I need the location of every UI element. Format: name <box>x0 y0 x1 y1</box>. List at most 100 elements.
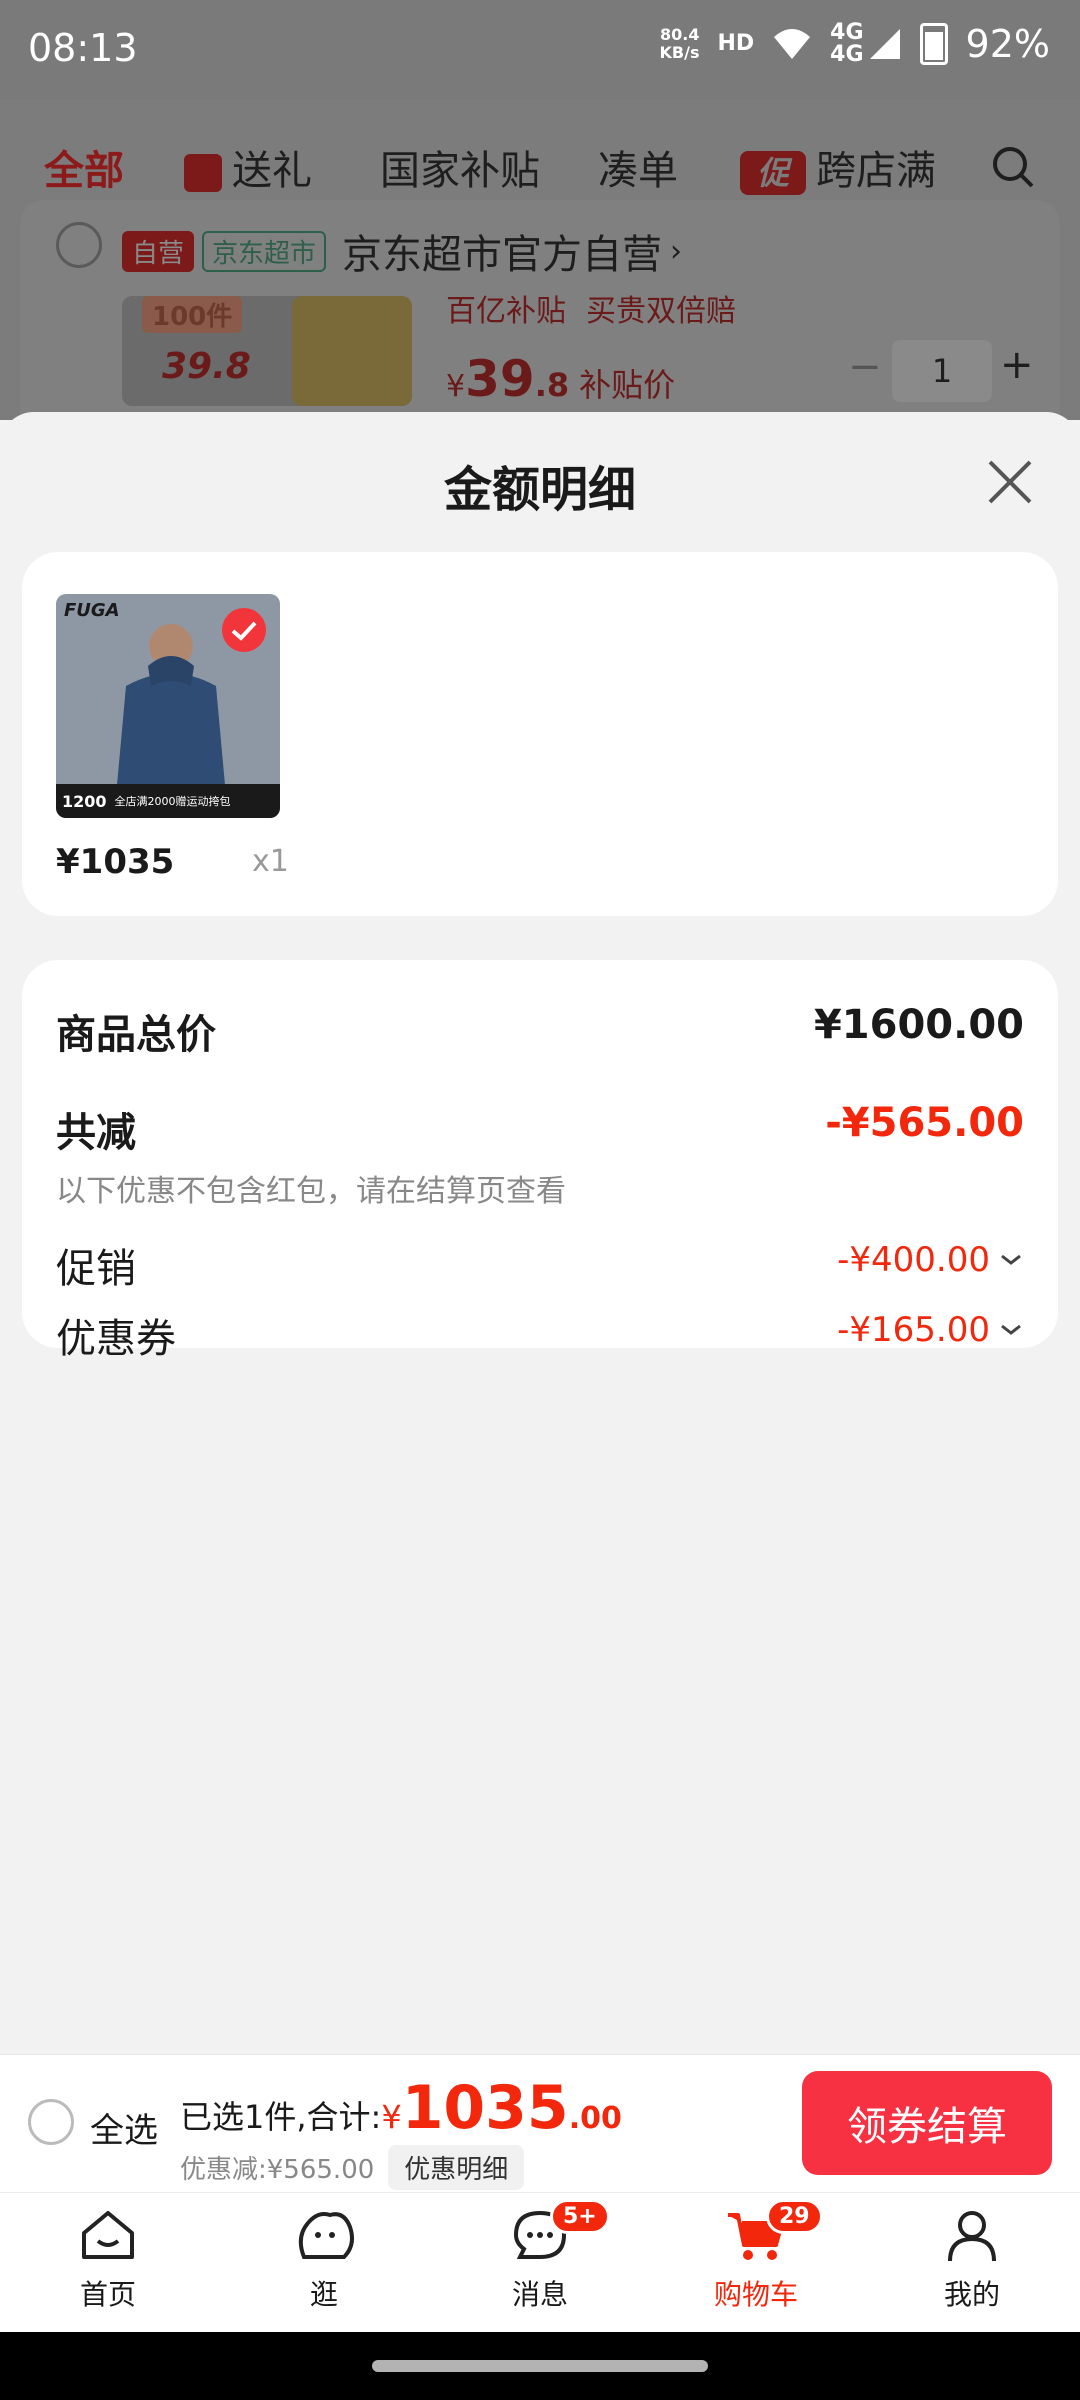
price-decimal: .8 <box>534 366 570 404</box>
tab-cart[interactable]: 购物车 29 <box>686 2199 826 2313</box>
tab-subsidy[interactable]: 国家补贴 <box>380 138 540 196</box>
product-image[interactable]: 100件 39.8 <box>122 296 412 406</box>
tab-messages[interactable]: 消息 5+ <box>470 2199 610 2313</box>
signal1-label: 4G <box>830 20 864 45</box>
tab-combine[interactable]: 凑单 <box>598 138 678 196</box>
home-icon <box>82 2211 134 2259</box>
battery-percent: 92% <box>965 22 1050 66</box>
self-operated-tag: 自营 <box>122 230 195 272</box>
guarantee-tag: 买贵双倍赔 <box>586 294 736 329</box>
price-detail-sheet: 金额明细 FUGA 1200 全店满2000赠运动挎包 ¥1035 x1 商品总… <box>0 412 1080 2054</box>
tab-profile[interactable]: 我的 <box>902 2207 1042 2313</box>
profile-icon <box>948 2211 996 2262</box>
promo-row[interactable]: -¥400.00 <box>837 1240 1024 1280</box>
select-all-checkbox[interactable] <box>28 2099 74 2145</box>
tab-home-label: 首页 <box>79 2278 136 2311</box>
banner-text: 全店满2000赠运动挎包 <box>114 795 231 808</box>
total-amount: 1035 <box>401 2073 569 2143</box>
promo-label: 促销 <box>56 1246 136 1292</box>
total-decimal: .00 <box>568 2101 622 2136</box>
sheet-title: 金额明细 <box>443 462 636 518</box>
total-value: ¥1600.00 <box>813 1002 1024 1048</box>
image-price: 39.8 <box>162 346 251 387</box>
tab-gift-label: 送礼 <box>232 148 312 194</box>
gesture-area <box>0 2332 1080 2400</box>
search-icon[interactable] <box>990 144 1036 190</box>
total-summary: 已选1件,合计: ¥ 1035 .00 <box>180 2073 622 2143</box>
net-speed: 80.4 KB/s <box>660 26 700 62</box>
cart-badge: 29 <box>766 2199 823 2234</box>
promo-icon: 促 <box>740 151 806 195</box>
total-label: 商品总价 <box>56 1012 216 1058</box>
tab-cross-store-label: 跨店满 <box>816 148 936 194</box>
image-badge: 100件 <box>142 296 243 333</box>
tab-cart-label: 购物车 <box>713 2278 798 2311</box>
tab-all[interactable]: 全部 <box>44 138 124 196</box>
items-card: FUGA 1200 全店满2000赠运动挎包 ¥1035 x1 <box>22 552 1058 916</box>
chevron-down-icon <box>1001 1254 1021 1265</box>
coupon-label: 优惠券 <box>56 1316 176 1362</box>
promo-value: -¥400.00 <box>837 1240 990 1280</box>
discount-summary: 优惠减:¥565.00 优惠明细 <box>180 2145 525 2190</box>
image-banner: 1200 全店满2000赠运动挎包 <box>56 784 280 818</box>
discount-text: 优惠减:¥565.00 <box>180 2155 375 2185</box>
currency-symbol: ¥ <box>381 2098 402 2136</box>
plus-button[interactable]: + <box>1000 342 1034 388</box>
signal-icon: 4G 4G <box>830 22 901 66</box>
discount-detail-button[interactable]: 优惠明细 <box>388 2145 525 2190</box>
hd-icon: HD <box>717 31 755 56</box>
browse-icon <box>298 2212 354 2259</box>
cart-background: 全部 送礼 国家补贴 凑单 促跨店满 自营 京东超市 京东超市官方自营 › 10… <box>0 100 1080 500</box>
price-symbol: ¥ <box>446 369 466 404</box>
wifi-icon <box>774 29 811 59</box>
tab-home[interactable]: 首页 <box>38 2207 178 2313</box>
price-label: 补贴价 <box>579 366 676 404</box>
bottom-tab-bar: 首页 逛 消息 5+ 购物车 29 我的 <box>0 2192 1080 2333</box>
tab-messages-label: 消息 <box>511 2278 568 2311</box>
item-quantity: x1 <box>252 844 289 879</box>
select-all-label[interactable]: 全选 <box>90 2103 158 2152</box>
product-tags: 百亿补贴 买贵双倍赔 <box>446 286 736 330</box>
net-speed-unit: KB/s <box>659 43 700 62</box>
shop-name: 京东超市官方自营 <box>342 232 663 278</box>
supermarket-tag: 京东超市 <box>202 230 327 272</box>
selected-text: 已选1件,合计: <box>180 2098 382 2136</box>
status-bar: 08:13 80.4 KB/s HD 4G 4G 92% <box>0 0 1080 100</box>
signal-bars-icon <box>869 29 900 59</box>
tab-browse[interactable]: 逛 <box>254 2207 394 2313</box>
status-icons: 80.4 KB/s HD 4G 4G 92% <box>660 22 1051 67</box>
selected-check-icon[interactable] <box>222 608 266 652</box>
status-time: 08:13 <box>28 26 138 70</box>
checkout-button[interactable]: 领券结算 <box>802 2071 1052 2175</box>
minus-button[interactable]: − <box>848 344 882 390</box>
banner-price: 1200 <box>62 791 107 811</box>
tab-browse-label: 逛 <box>309 2278 338 2311</box>
close-icon[interactable] <box>980 452 1040 512</box>
checkout-bar: 全选 已选1件,合计: ¥ 1035 .00 优惠减:¥565.00 优惠明细 … <box>0 2054 1080 2193</box>
tab-profile-label: 我的 <box>943 2278 1000 2311</box>
coupon-value: -¥165.00 <box>837 1310 990 1350</box>
coupon-row[interactable]: -¥165.00 <box>837 1310 1024 1350</box>
signal2-label: 4G <box>830 42 864 67</box>
quantity-stepper[interactable]: 1 <box>892 340 992 402</box>
summary-card: 商品总价 ¥1600.00 共减 -¥565.00 以下优惠不包含红包，请在结算… <box>22 960 1058 1362</box>
discount-label: 共减 <box>56 1110 136 1156</box>
discount-note: 以下优惠不包含红包，请在结算页查看 <box>56 1174 566 1209</box>
subsidy-tag: 百亿补贴 <box>446 294 566 329</box>
shop-header[interactable]: 自营 京东超市 京东超市官方自营 › <box>122 222 682 280</box>
home-gesture-handle[interactable] <box>372 2360 708 2372</box>
battery-icon <box>919 23 948 65</box>
gift-icon <box>184 154 222 192</box>
chevron-right-icon: › <box>670 233 683 269</box>
product-thumbnail[interactable]: FUGA 1200 全店满2000赠运动挎包 <box>56 594 280 818</box>
net-speed-value: 80.4 <box>659 25 700 44</box>
product-price: ¥ 39 .8 补贴价 <box>446 350 675 408</box>
discount-value: -¥565.00 <box>825 1100 1024 1146</box>
messages-badge: 5+ <box>550 2199 610 2234</box>
price-integer: 39 <box>465 350 535 408</box>
chevron-down-icon <box>1001 1324 1021 1335</box>
tab-cross-store[interactable]: 促跨店满 <box>740 138 936 196</box>
tab-gift[interactable]: 送礼 <box>184 138 312 196</box>
item-price: ¥1035 <box>56 842 175 882</box>
shop-select-checkbox[interactable] <box>56 222 102 268</box>
